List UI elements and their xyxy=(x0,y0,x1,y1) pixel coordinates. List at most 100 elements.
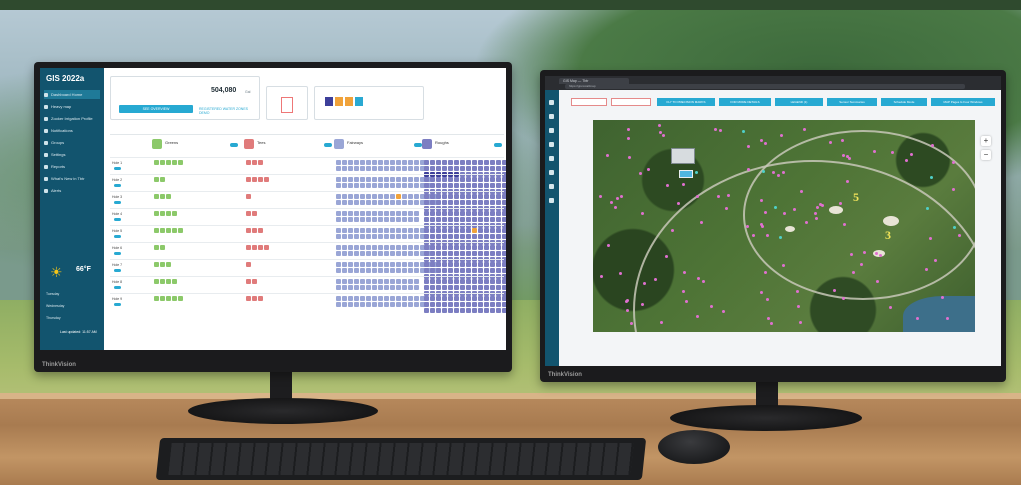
zone-square[interactable] xyxy=(424,211,429,216)
zone-square[interactable] xyxy=(348,200,353,205)
zone-square[interactable] xyxy=(454,296,459,301)
more-details-button[interactable]: FOR MORE DETAILS xyxy=(719,98,771,106)
zone-square[interactable] xyxy=(378,268,383,273)
sprinkler-point[interactable] xyxy=(626,309,629,312)
zone-square[interactable] xyxy=(448,234,453,239)
zone-square[interactable] xyxy=(472,285,477,290)
zone-square[interactable] xyxy=(402,166,407,171)
zone-square[interactable] xyxy=(390,296,395,301)
zone-square[interactable] xyxy=(252,211,257,216)
zone-square[interactable] xyxy=(154,262,159,267)
zone-square[interactable] xyxy=(424,279,429,284)
zone-square[interactable] xyxy=(354,285,359,290)
zone-square[interactable] xyxy=(472,262,477,267)
zone-square[interactable] xyxy=(466,228,471,233)
zone-square[interactable] xyxy=(448,211,453,216)
zone-square[interactable] xyxy=(258,245,263,250)
zone-square[interactable] xyxy=(466,183,471,188)
zone-square[interactable] xyxy=(384,296,389,301)
zone-square[interactable] xyxy=(360,194,365,199)
zone-square[interactable] xyxy=(342,200,347,205)
satellite-map[interactable]: 5 3 xyxy=(593,120,975,332)
zone-square[interactable] xyxy=(160,160,165,165)
sprinkler-point[interactable] xyxy=(659,131,662,134)
zone-square[interactable] xyxy=(408,183,413,188)
zone-square[interactable] xyxy=(154,160,159,165)
zone-square[interactable] xyxy=(378,296,383,301)
zone-square[interactable] xyxy=(414,245,419,250)
zone-square[interactable] xyxy=(372,262,377,267)
zone-square[interactable] xyxy=(478,262,483,267)
zone-square[interactable] xyxy=(448,279,453,284)
zone-square[interactable] xyxy=(490,245,495,250)
zone-square[interactable] xyxy=(390,166,395,171)
zone-square[interactable] xyxy=(478,211,483,216)
zone-square[interactable] xyxy=(408,166,413,171)
zone-square[interactable] xyxy=(496,268,501,273)
sprinkler-point[interactable] xyxy=(714,128,717,131)
zone-square[interactable] xyxy=(384,302,389,307)
zone-square[interactable] xyxy=(490,302,495,307)
zone-square[interactable] xyxy=(402,251,407,256)
zone-square[interactable] xyxy=(454,166,459,171)
sprinkler-point[interactable] xyxy=(695,171,698,174)
zone-square[interactable] xyxy=(454,228,459,233)
zone-square[interactable] xyxy=(466,251,471,256)
zone-square[interactable] xyxy=(246,194,251,199)
zone-square[interactable] xyxy=(372,296,377,301)
zone-square[interactable] xyxy=(342,245,347,250)
zone-square[interactable] xyxy=(472,296,477,301)
zone-square[interactable] xyxy=(454,279,459,284)
zone-square[interactable] xyxy=(246,228,251,233)
zone-square[interactable] xyxy=(496,217,501,222)
sprinkler-point[interactable] xyxy=(850,253,853,256)
sprinkler-point[interactable] xyxy=(683,271,686,274)
sprinkler-point[interactable] xyxy=(665,255,668,258)
zone-square[interactable] xyxy=(408,200,413,205)
sprinkler-point[interactable] xyxy=(879,254,882,257)
hole-toggle[interactable] xyxy=(114,167,121,170)
zone-square[interactable] xyxy=(408,302,413,307)
zone-square[interactable] xyxy=(172,296,177,301)
zone-square[interactable] xyxy=(390,251,395,256)
zone-square[interactable] xyxy=(496,183,501,188)
zone-square[interactable] xyxy=(372,211,377,216)
zone-square[interactable] xyxy=(264,245,269,250)
zone-square[interactable] xyxy=(448,302,453,307)
zone-square[interactable] xyxy=(336,217,341,222)
zone-square[interactable] xyxy=(424,296,429,301)
zone-square[interactable] xyxy=(442,194,447,199)
zone-square[interactable] xyxy=(166,296,171,301)
sidebar-item-whats-new[interactable]: What's New in Tbtr xyxy=(44,174,100,183)
zone-square[interactable] xyxy=(402,234,407,239)
zone-square[interactable] xyxy=(384,183,389,188)
zone-square[interactable] xyxy=(360,245,365,250)
sprinkler-point[interactable] xyxy=(793,208,796,211)
zone-square[interactable] xyxy=(154,296,159,301)
zone-square[interactable] xyxy=(160,262,165,267)
zone-square[interactable] xyxy=(472,228,477,233)
zone-square[interactable] xyxy=(360,217,365,222)
sprinkler-point[interactable] xyxy=(747,145,750,148)
zone-square[interactable] xyxy=(390,302,395,307)
zone-square[interactable] xyxy=(414,160,419,165)
zone-square[interactable] xyxy=(484,166,489,171)
zone-square[interactable] xyxy=(390,234,395,239)
zone-square[interactable] xyxy=(366,234,371,239)
zone-square[interactable] xyxy=(372,160,377,165)
zone-square[interactable] xyxy=(448,308,453,313)
zone-square[interactable] xyxy=(436,234,441,239)
zone-square[interactable] xyxy=(154,177,159,182)
zone-square[interactable] xyxy=(490,285,495,290)
sidebar-item-heavy-map[interactable]: Heavy map xyxy=(44,102,100,111)
zone-square[interactable] xyxy=(258,177,263,182)
zone-square[interactable] xyxy=(460,217,465,222)
sprinkler-point[interactable] xyxy=(727,194,730,197)
sprinkler-point[interactable] xyxy=(752,234,755,237)
zone-square[interactable] xyxy=(490,234,495,239)
zone-square[interactable] xyxy=(360,234,365,239)
zone-square[interactable] xyxy=(348,194,353,199)
sprinkler-point[interactable] xyxy=(685,300,688,303)
hole-toggle[interactable] xyxy=(114,286,121,289)
zone-square[interactable] xyxy=(390,200,395,205)
